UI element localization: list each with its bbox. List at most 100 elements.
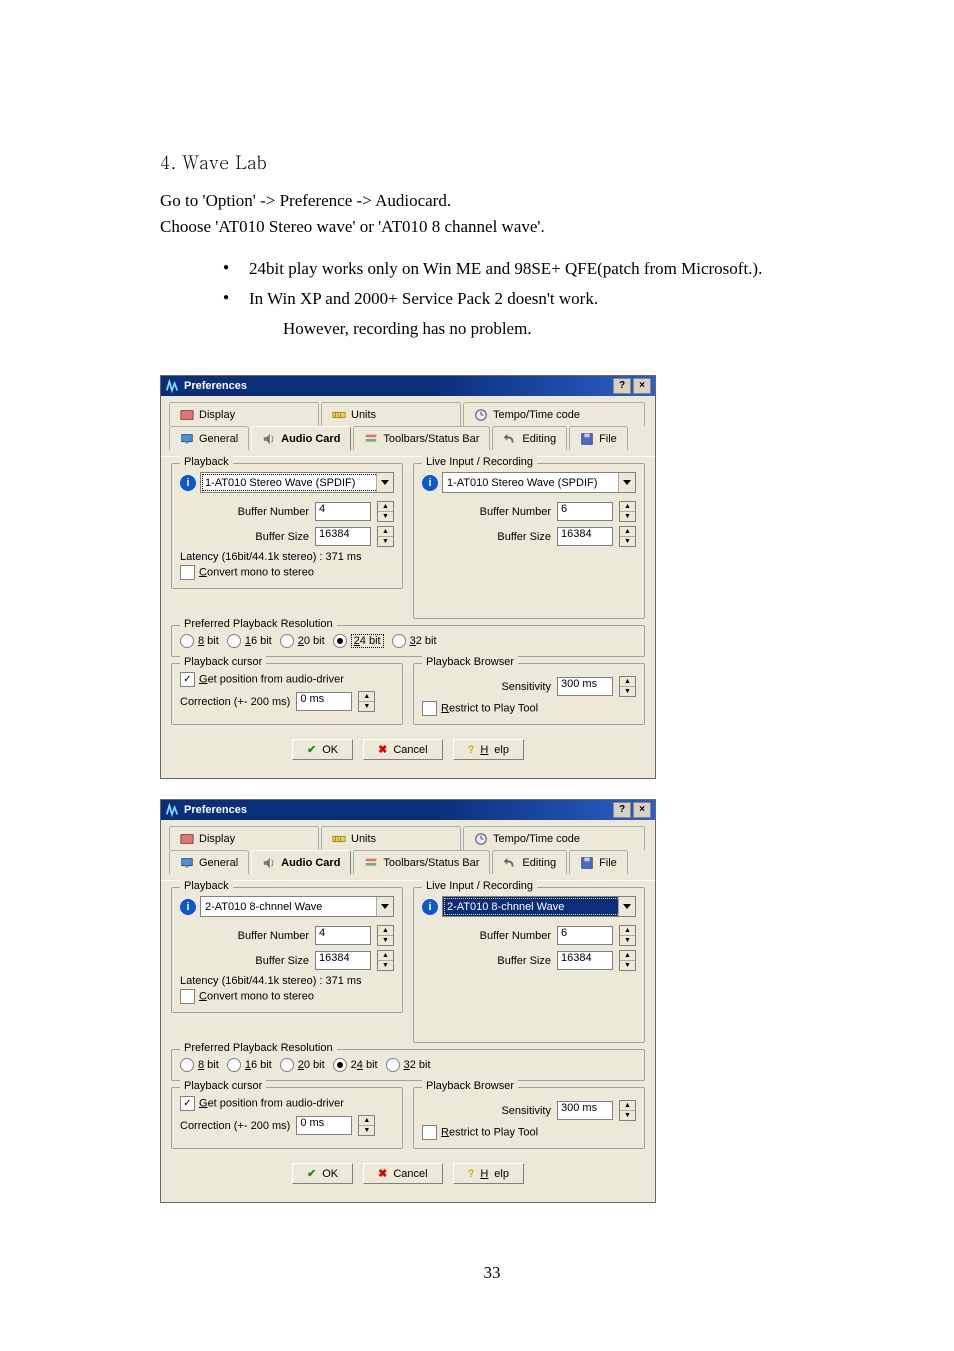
radio-8bit[interactable] bbox=[180, 1058, 194, 1072]
help-button[interactable]: ?Help bbox=[453, 1163, 524, 1184]
cursor-group-title: Playback cursor bbox=[180, 1080, 266, 1092]
ok-button[interactable]: ✔OK bbox=[292, 739, 353, 760]
tab-display-label: Display bbox=[199, 409, 235, 421]
page-number: 33 bbox=[160, 1263, 824, 1283]
restrict-checkbox[interactable] bbox=[422, 701, 437, 716]
spinner[interactable]: ▲▼ bbox=[358, 691, 375, 712]
radio-20bit[interactable] bbox=[280, 634, 294, 648]
playback-buffer-number-input[interactable]: 4 bbox=[315, 502, 371, 521]
radio-32bit[interactable] bbox=[392, 634, 406, 648]
record-buffer-size-input[interactable]: 16384 bbox=[557, 951, 613, 970]
tab-display[interactable]: Display bbox=[169, 402, 319, 426]
tab-file[interactable]: File bbox=[569, 426, 628, 450]
tab-audio-card[interactable]: Audio Card bbox=[251, 850, 351, 875]
restrict-label: estrict to Play Tool bbox=[449, 702, 538, 714]
radio-8bit[interactable] bbox=[180, 634, 194, 648]
live-group-title: Live Input / Recording bbox=[422, 880, 537, 892]
help-title-button[interactable]: ? bbox=[613, 378, 631, 394]
correction-input[interactable]: 0 ms bbox=[296, 1116, 352, 1135]
correction-input[interactable]: 0 ms bbox=[296, 692, 352, 711]
cancel-label: Cancel bbox=[393, 744, 427, 756]
spinner[interactable]: ▲▼ bbox=[619, 950, 636, 971]
tab-tempo[interactable]: Tempo/Time code bbox=[463, 826, 645, 850]
sensitivity-input[interactable]: 300 ms bbox=[557, 1101, 613, 1120]
help-button[interactable]: ?HHelpelp bbox=[453, 739, 524, 760]
radio-16bit[interactable] bbox=[227, 1058, 241, 1072]
playback-buffer-size-input[interactable]: 16384 bbox=[315, 951, 371, 970]
spinner[interactable]: ▲▼ bbox=[377, 925, 394, 946]
spinner[interactable]: ▲▼ bbox=[619, 1100, 636, 1121]
close-title-button[interactable]: × bbox=[633, 802, 651, 818]
tab-toolbars[interactable]: Toolbars/Status Bar bbox=[353, 426, 490, 450]
buffer-number-label: Buffer Number bbox=[480, 506, 551, 518]
help-title-button[interactable]: ? bbox=[613, 802, 631, 818]
sensitivity-label: Sensitivity bbox=[501, 1105, 551, 1117]
cancel-button[interactable]: ✖Cancel bbox=[363, 739, 442, 760]
info-icon[interactable]: i bbox=[422, 899, 438, 915]
playback-device-select[interactable]: 1-AT010 Stereo Wave (SPDIF) bbox=[200, 472, 394, 493]
spinner[interactable]: ▲▼ bbox=[619, 925, 636, 946]
tab-units[interactable]: Units bbox=[321, 826, 461, 850]
tab-units[interactable]: Units bbox=[321, 402, 461, 426]
record-buffer-size-input[interactable]: 16384 bbox=[557, 527, 613, 546]
info-icon[interactable]: i bbox=[422, 475, 438, 491]
tab-file[interactable]: File bbox=[569, 850, 628, 874]
radio-24bit[interactable] bbox=[333, 634, 347, 648]
tabs-row-2: General Audio Card Toolbars/Status Bar E… bbox=[161, 426, 655, 456]
latency-text: Latency (16bit/44.1k stereo) : 371 ms bbox=[180, 975, 394, 987]
bullet-2-continuation: However, recording has no problem. bbox=[283, 319, 824, 339]
spinner[interactable]: ▲▼ bbox=[377, 501, 394, 522]
get-position-checkbox[interactable]: ✓ bbox=[180, 672, 195, 687]
dropdown-button[interactable] bbox=[618, 473, 635, 492]
tab-display[interactable]: Display bbox=[169, 826, 319, 850]
dropdown-button[interactable] bbox=[376, 473, 393, 492]
close-title-button[interactable]: × bbox=[633, 378, 651, 394]
buffer-size-label: Buffer Size bbox=[497, 955, 551, 967]
live-input-group: Live Input / Recording i 2-AT010 8-chnne… bbox=[413, 887, 645, 1043]
tab-tempo[interactable]: Tempo/Time code bbox=[463, 402, 645, 426]
radio-20bit[interactable] bbox=[280, 1058, 294, 1072]
playback-buffer-number-input[interactable]: 4 bbox=[315, 926, 371, 945]
spinner[interactable]: ▲▼ bbox=[619, 526, 636, 547]
tab-general[interactable]: General bbox=[169, 850, 249, 874]
radio-24bit[interactable] bbox=[333, 1058, 347, 1072]
get-position-checkbox[interactable]: ✓ bbox=[180, 1096, 195, 1111]
radio-32bit[interactable] bbox=[386, 1058, 400, 1072]
record-buffer-number-input[interactable]: 6 bbox=[557, 502, 613, 521]
restrict-checkbox[interactable] bbox=[422, 1125, 437, 1140]
cursor-group: Playback cursor ✓Get position from audio… bbox=[171, 663, 403, 725]
tab-toolbars[interactable]: Toolbars/Status Bar bbox=[353, 850, 490, 874]
dropdown-button[interactable] bbox=[376, 897, 393, 916]
title-bar[interactable]: Preferences ? × bbox=[161, 800, 655, 820]
tab-units-label: Units bbox=[351, 833, 376, 845]
spinner[interactable]: ▲▼ bbox=[377, 950, 394, 971]
tab-general[interactable]: General bbox=[169, 426, 249, 450]
tab-audio-card[interactable]: Audio Card bbox=[251, 426, 351, 451]
dropdown-button[interactable] bbox=[618, 897, 635, 916]
spinner[interactable]: ▲▼ bbox=[619, 501, 636, 522]
ruler-icon bbox=[332, 832, 346, 846]
convert-mono-checkbox[interactable] bbox=[180, 565, 195, 580]
playback-device-select[interactable]: 2-AT010 8-chnnel Wave bbox=[200, 896, 394, 917]
convert-mono-label: onvert mono to stereo bbox=[207, 566, 314, 578]
sensitivity-input[interactable]: 300 ms bbox=[557, 677, 613, 696]
floppy-icon bbox=[580, 856, 594, 870]
info-icon[interactable]: i bbox=[180, 475, 196, 491]
record-device-select[interactable]: 2-AT010 8-chnnel Wave bbox=[442, 896, 636, 917]
convert-mono-checkbox[interactable] bbox=[180, 989, 195, 1004]
spinner[interactable]: ▲▼ bbox=[619, 676, 636, 697]
resolution-group: Preferred Playback Resolution 8 bit 16 b… bbox=[171, 1049, 645, 1081]
record-device-select[interactable]: 1-AT010 Stereo Wave (SPDIF) bbox=[442, 472, 636, 493]
correction-label: Correction (+- 200 ms) bbox=[180, 1120, 290, 1132]
spinner[interactable]: ▲▼ bbox=[358, 1115, 375, 1136]
ok-button[interactable]: ✔OK bbox=[292, 1163, 353, 1184]
cancel-button[interactable]: ✖Cancel bbox=[363, 1163, 442, 1184]
spinner[interactable]: ▲▼ bbox=[377, 526, 394, 547]
record-buffer-number-input[interactable]: 6 bbox=[557, 926, 613, 945]
tab-editing[interactable]: Editing bbox=[492, 426, 567, 450]
title-bar[interactable]: Preferences ? × bbox=[161, 376, 655, 396]
tab-editing[interactable]: Editing bbox=[492, 850, 567, 874]
info-icon[interactable]: i bbox=[180, 899, 196, 915]
radio-16bit[interactable] bbox=[227, 634, 241, 648]
playback-buffer-size-input[interactable]: 16384 bbox=[315, 527, 371, 546]
